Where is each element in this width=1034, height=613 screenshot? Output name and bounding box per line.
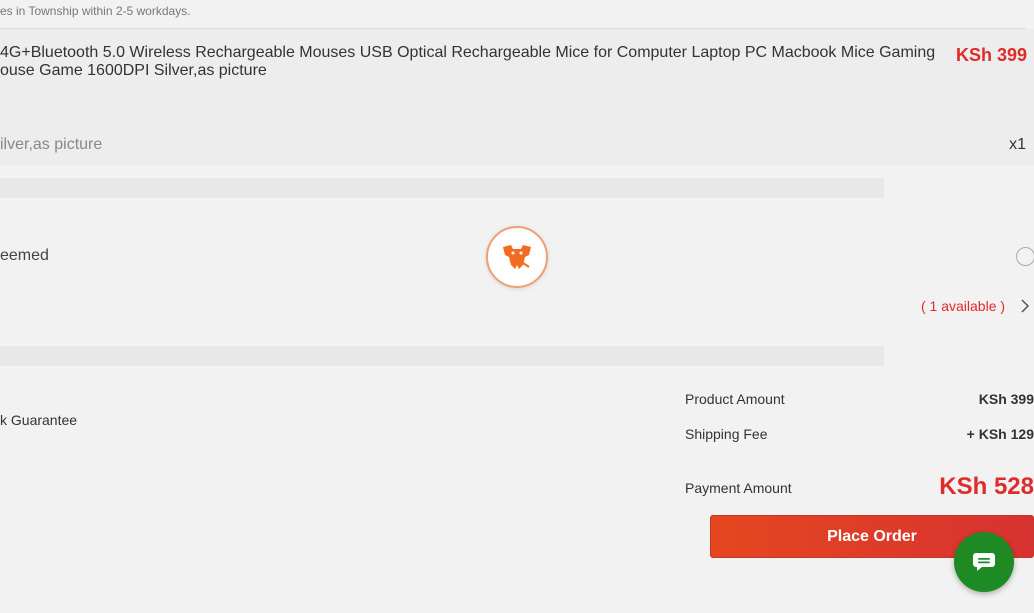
voucher-redeemed-label: eemed	[0, 247, 49, 264]
section-divider-bar	[0, 346, 884, 366]
product-amount-value: KSh 399	[978, 391, 1034, 407]
payment-amount-value: KSh 528	[939, 473, 1034, 500]
product-quantity: x1	[1009, 136, 1026, 153]
product-price: KSh 399	[955, 45, 1027, 65]
product-amount-label: Product Amount	[685, 391, 785, 407]
chat-button[interactable]	[954, 532, 1014, 592]
product-variant: ilver,as picture	[0, 136, 103, 153]
voucher-available-link[interactable]: ( 1 available )	[921, 298, 1005, 314]
chevron-right-icon[interactable]	[1018, 298, 1032, 314]
product-title[interactable]: 4G+Bluetooth 5.0 Wireless Rechargeable M…	[0, 44, 940, 80]
shipping-fee-label: Shipping Fee	[685, 426, 768, 442]
delivery-note: es in Township within 2-5 workdays.	[0, 4, 191, 18]
loading-spinner	[486, 226, 548, 288]
guarantee-label: k Guarantee	[0, 412, 78, 428]
payment-amount-label: Payment Amount	[685, 480, 792, 496]
voucher-radio[interactable]	[1016, 247, 1034, 266]
product-item: 4G+Bluetooth 5.0 Wireless Rechargeable M…	[0, 29, 1034, 165]
section-divider-bar	[0, 178, 884, 198]
shipping-fee-value: + KSh 129	[966, 426, 1034, 442]
